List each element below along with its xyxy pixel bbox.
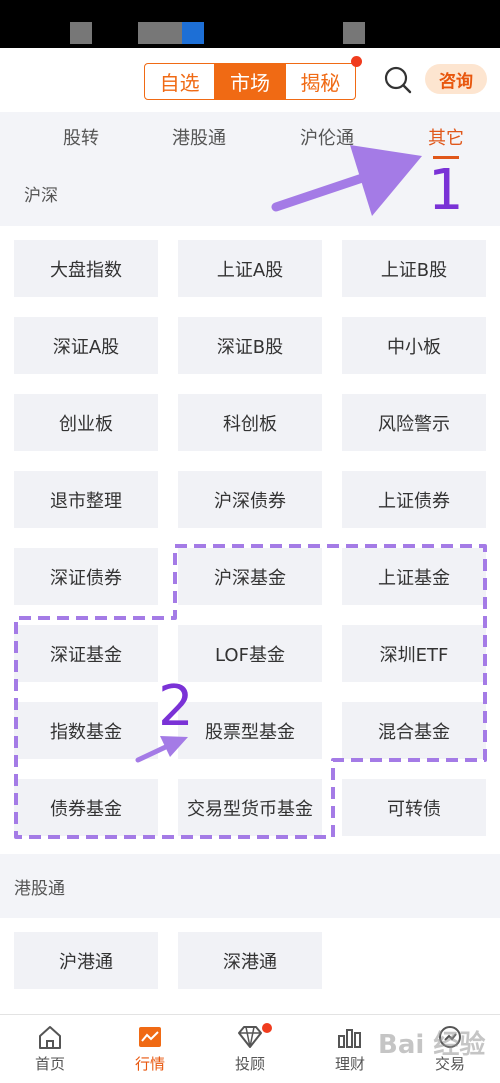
tab-others[interactable]: 其它 (428, 124, 464, 150)
market-segment-control: 自选 市场 揭秘 (144, 56, 362, 100)
bar-chart-icon (338, 1029, 361, 1048)
section-title: 港股通 (14, 878, 65, 899)
market-cell[interactable]: 深证B股 (178, 317, 322, 374)
market-cell[interactable]: 沪深基金 (178, 548, 322, 605)
market-cell[interactable]: 风险警示 (342, 394, 486, 451)
market-cell[interactable]: 混合基金 (342, 702, 486, 759)
market-cell[interactable]: 上证债券 (342, 471, 486, 528)
market-cell[interactable]: 退市整理 (14, 471, 158, 528)
segment-watchlist[interactable]: 自选 (145, 64, 214, 99)
nav-label: 投顾 (234, 1055, 265, 1073)
market-cell[interactable]: 中小板 (342, 317, 486, 374)
market-cell[interactable]: 可转债 (342, 779, 486, 836)
status-redacted-block (70, 22, 92, 44)
nav-label: 理财 (334, 1055, 365, 1073)
market-cell[interactable]: 沪深债券 (178, 471, 322, 528)
section-grid: 沪港通 深港通 (0, 918, 500, 1014)
section-header-hk-connect: 港股通 (0, 854, 500, 918)
market-cell[interactable]: 深港通 (178, 932, 322, 989)
market-cell[interactable]: 指数基金 (14, 702, 158, 759)
segment-reveal[interactable]: 揭秘 (284, 56, 362, 99)
header: 自选 市场 揭秘 咨询 (0, 48, 500, 112)
tab-hk-connect[interactable]: 港股通 (172, 124, 226, 150)
watermark-logo: Bai 经验 (378, 1030, 486, 1060)
market-cell[interactable]: 创业板 (14, 394, 158, 451)
nav-label: 首页 (34, 1055, 65, 1073)
diamond-icon (238, 1026, 262, 1048)
market-cell[interactable]: LOF基金 (178, 625, 322, 682)
market-cell[interactable]: 股票型基金 (178, 702, 322, 759)
section-header-shanghai-shenzhen: 沪深 (0, 160, 500, 226)
notification-dot (350, 56, 362, 67)
annotation-number: 1 (428, 158, 464, 223)
status-redacted-block (138, 22, 182, 44)
section-grid: 大盘指数 上证A股 上证B股 深证A股 深证B股 中小板 创业板 科创板 风险警… (0, 226, 500, 854)
segment-market[interactable]: 市场 (214, 64, 285, 99)
nav-advisor[interactable]: 投顾 (200, 1015, 300, 1083)
status-redacted-block (343, 22, 365, 44)
status-bar (0, 0, 500, 48)
market-cell[interactable]: 深证A股 (14, 317, 158, 374)
market-cell[interactable]: 交易型货币基金 (178, 779, 322, 836)
search-icon[interactable] (383, 65, 413, 95)
tab-shanghai-london[interactable]: 沪伦通 (300, 124, 354, 150)
consult-button[interactable]: 咨询 (425, 64, 487, 94)
status-redacted-block (182, 22, 204, 44)
market-cell[interactable]: 深圳ETF (342, 625, 486, 682)
market-cell[interactable]: 上证B股 (342, 240, 486, 297)
market-cell[interactable]: 深证基金 (14, 625, 158, 682)
market-cell[interactable]: 科创板 (178, 394, 322, 451)
nav-market[interactable]: 行情 (100, 1015, 200, 1083)
section-title: 沪深 (24, 185, 58, 206)
market-cell[interactable]: 上证A股 (178, 240, 322, 297)
market-cell[interactable]: 债券基金 (14, 779, 158, 836)
home-icon (39, 1026, 61, 1049)
tab-neeq[interactable]: 股转 (63, 124, 99, 150)
nav-home[interactable]: 首页 (0, 1015, 100, 1083)
segment-reveal-label: 揭秘 (300, 71, 341, 95)
market-cell[interactable]: 上证基金 (342, 548, 486, 605)
market-cell[interactable]: 沪港通 (14, 932, 158, 989)
notification-dot (262, 1023, 272, 1033)
market-tabs: 股转 港股通 沪伦通 其它 (0, 112, 500, 160)
market-chart-icon (139, 1027, 161, 1047)
annotation-number: 2 (158, 674, 194, 739)
market-cell[interactable]: 深证债券 (14, 548, 158, 605)
nav-label: 行情 (134, 1055, 165, 1073)
market-cell[interactable]: 大盘指数 (14, 240, 158, 297)
